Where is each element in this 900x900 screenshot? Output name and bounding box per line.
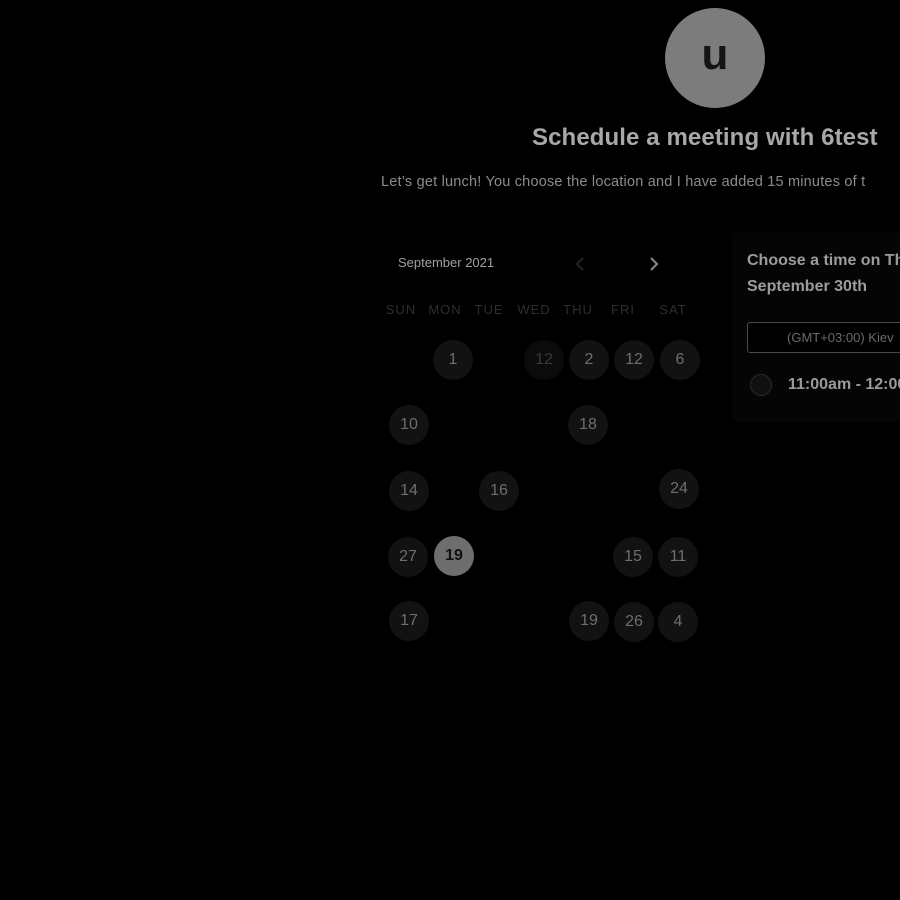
time-panel-heading-line2: September 30th bbox=[747, 278, 868, 295]
calendar-day[interactable]: 18 bbox=[568, 405, 608, 445]
calendar-day[interactable]: 19 bbox=[569, 601, 609, 641]
weekday-sat: SAT bbox=[659, 302, 687, 317]
calendar-day[interactable]: 26 bbox=[614, 602, 654, 642]
host-avatar: u bbox=[665, 8, 765, 108]
calendar-day[interactable]: 11 bbox=[658, 537, 698, 577]
calendar-day[interactable]: 14 bbox=[389, 471, 429, 511]
weekday-sun: SUN bbox=[385, 302, 417, 317]
time-panel-heading-line1: Choose a time on Th bbox=[747, 252, 900, 269]
timezone-select[interactable]: (GMT+03:00) Kiev bbox=[747, 322, 900, 353]
calendar-day[interactable]: 6 bbox=[660, 340, 700, 380]
weekday-fri: FRI bbox=[611, 302, 635, 317]
calendar-day[interactable]: 15 bbox=[613, 537, 653, 577]
chevron-right-icon bbox=[649, 256, 659, 276]
previous-month-button[interactable] bbox=[569, 255, 591, 277]
calendar-day[interactable]: 12 bbox=[524, 340, 564, 380]
calendar-day[interactable]: 1 bbox=[433, 340, 473, 380]
meeting-description: Let’s get lunch! You choose the location… bbox=[381, 174, 866, 190]
weekday-thu: THU bbox=[563, 302, 593, 317]
calendar-day[interactable]: 10 bbox=[389, 405, 429, 445]
time-slot-label: 11:00am - 12:00 bbox=[788, 376, 900, 393]
calendar-day[interactable]: 12 bbox=[614, 340, 654, 380]
calendar-month-label: September 2021 bbox=[398, 255, 495, 270]
next-month-button[interactable] bbox=[643, 255, 665, 277]
calendar-day[interactable]: 16 bbox=[479, 471, 519, 511]
selected-calendar-day[interactable]: 19 bbox=[434, 536, 474, 576]
calendar-day[interactable]: 17 bbox=[389, 601, 429, 641]
calendar-day[interactable]: 2 bbox=[569, 340, 609, 380]
booking-page: u Schedule a meeting with 6test Let’s ge… bbox=[0, 0, 900, 900]
weekday-tue: TUE bbox=[474, 302, 504, 317]
time-slot-radio[interactable] bbox=[750, 374, 772, 396]
weekday-mon: MON bbox=[428, 302, 462, 317]
chevron-left-icon bbox=[575, 256, 585, 276]
calendar-day[interactable]: 4 bbox=[658, 602, 698, 642]
avatar-letter: u bbox=[701, 30, 729, 79]
time-panel-heading: Choose a time on Th September 30th bbox=[747, 248, 900, 300]
page-title: Schedule a meeting with 6test bbox=[532, 124, 878, 151]
calendar-day[interactable]: 27 bbox=[388, 537, 428, 577]
weekday-wed: WED bbox=[517, 302, 551, 317]
time-slot-option[interactable]: 11:00am - 12:00 bbox=[750, 374, 900, 396]
calendar-day[interactable]: 24 bbox=[659, 469, 699, 509]
